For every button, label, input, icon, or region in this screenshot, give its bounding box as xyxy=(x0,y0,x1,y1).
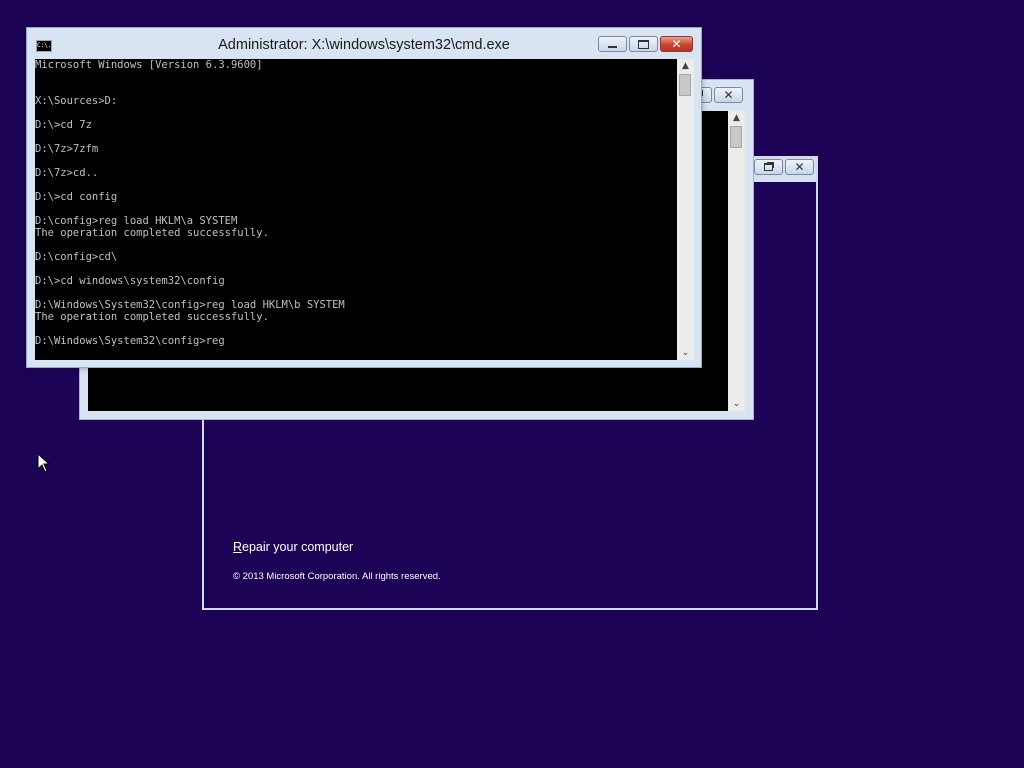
setup-close-button[interactable]: ✕ xyxy=(785,159,814,175)
console-area[interactable]: Microsoft Windows [Version 6.3.9600] X:\… xyxy=(35,59,677,360)
console-output: Microsoft Windows [Version 6.3.9600] X:\… xyxy=(35,59,345,347)
maximize-button[interactable] xyxy=(629,36,658,52)
close-icon: ✕ xyxy=(794,160,805,174)
restore-icon xyxy=(764,163,773,171)
scroll-down-icon[interactable]: ⌄ xyxy=(728,397,745,411)
background-cmd-scrollbar[interactable]: ▲ ⌄ xyxy=(728,111,745,411)
background-cmd-close-button[interactable]: ✕ xyxy=(714,87,743,103)
close-icon: ✕ xyxy=(671,37,682,51)
repair-your-computer-link[interactable]: Repair your computer xyxy=(233,540,353,554)
repair-link-accelerator: R xyxy=(233,540,243,554)
cmd-titlebar[interactable]: C:\. Administrator: X:\windows\system32\… xyxy=(27,28,701,58)
repair-link-label: epair your computer xyxy=(242,540,354,554)
minimize-button[interactable] xyxy=(598,36,627,52)
close-icon: ✕ xyxy=(723,88,734,102)
close-button[interactable]: ✕ xyxy=(660,36,693,52)
scrollbar-thumb[interactable] xyxy=(679,74,691,96)
maximize-icon xyxy=(638,39,649,49)
setup-restore-button[interactable] xyxy=(754,159,783,175)
scroll-up-icon[interactable]: ▲ xyxy=(677,59,694,73)
copyright-text: © 2013 Microsoft Corporation. All rights… xyxy=(233,571,441,582)
mouse-pointer-icon xyxy=(37,453,51,473)
console-scrollbar[interactable]: ▲ ⌄ xyxy=(677,59,694,360)
scroll-up-icon[interactable]: ▲ xyxy=(728,111,745,125)
scroll-down-icon[interactable]: ⌄ xyxy=(677,346,694,360)
scrollbar-thumb[interactable] xyxy=(730,126,742,148)
minimize-icon xyxy=(608,46,617,48)
cmd-window[interactable]: C:\. Administrator: X:\windows\system32\… xyxy=(26,27,702,368)
